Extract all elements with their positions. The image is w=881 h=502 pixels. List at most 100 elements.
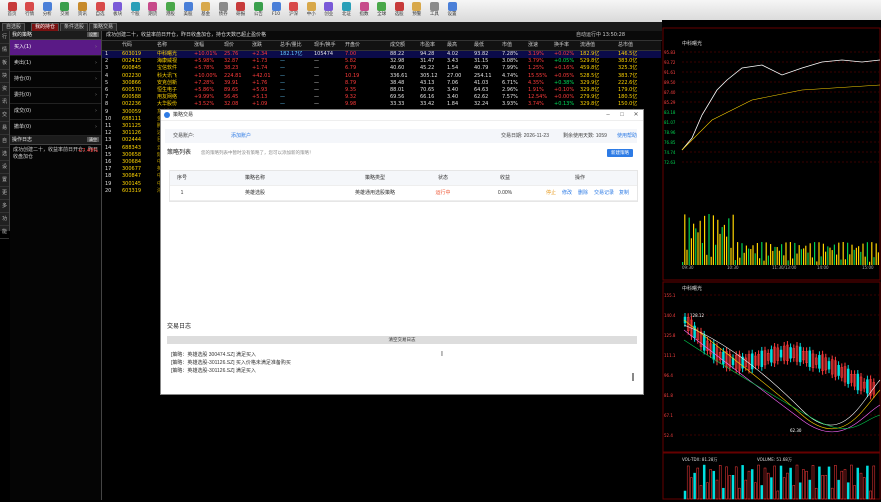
toolbar-button[interactable]: F10 (268, 1, 284, 21)
delete-button[interactable]: 删除 (576, 186, 590, 200)
column-header[interactable]: 现手/换手 (314, 41, 336, 50)
sidebar-item[interactable]: 能 (0, 226, 9, 239)
sidebar-item[interactable]: 交 (0, 109, 9, 122)
toolbar-button[interactable]: 自选 (92, 1, 108, 21)
sidebar-item[interactable]: 讯 (0, 96, 9, 109)
clear-log-button[interactable]: 清空交易日志 (167, 336, 637, 344)
toolbar-button[interactable]: 选股 (391, 1, 407, 21)
column-header[interactable]: 代码 (122, 41, 132, 50)
sidebar-item[interactable]: 情 (0, 44, 9, 57)
column-header[interactable]: 市盈率 (420, 41, 435, 50)
sidebar-item[interactable]: 自 (0, 135, 9, 148)
close-icon[interactable]: ✕ (629, 110, 643, 120)
strategy-list-item[interactable]: 撤单(0) › (10, 120, 101, 136)
toolbar-button[interactable]: 期货 (145, 1, 161, 21)
column-header[interactable]: 涨速 (528, 41, 538, 50)
new-strategy-button[interactable]: 新建策略 (607, 149, 633, 157)
table-cell: +1.09 (252, 101, 268, 108)
edit-button[interactable]: 修改 (560, 186, 574, 200)
toolbar-button[interactable]: 个股 (127, 1, 143, 21)
copy-button[interactable]: 复制 (617, 186, 631, 200)
table-row[interactable]: 6 600570 恒生电子 +5.86% 89.65 +5.93— —9.35 88.01 70… (102, 87, 661, 94)
toolbar-button[interactable]: 首页 (4, 1, 20, 21)
sidebar-item[interactable]: 设 (0, 161, 9, 174)
toolbar-button[interactable]: 指数 (356, 1, 372, 21)
stop-button[interactable]: 停止 (544, 186, 558, 200)
trade-record-button[interactable]: 交易记录 (592, 186, 616, 200)
toolbar-button[interactable]: 债券 (215, 1, 231, 21)
strategy-row[interactable]: 1 英雄选股 英雄通用选股策略 运行中 0.00% 停止 修改 删除 交易记录 … (170, 186, 637, 201)
log-scrollbar[interactable] (632, 373, 634, 381)
toolbar-button[interactable]: 北证 (338, 1, 354, 21)
column-header[interactable]: 换手率 (554, 41, 569, 50)
column-header[interactable]: 最高 (447, 41, 457, 50)
sidebar-item[interactable]: 板 (0, 57, 9, 70)
stock-charts[interactable]: 中科曙光 95.83 93.72 91.61 89.50 87.40 85.29 83.18 8… (662, 20, 881, 500)
info-text: 成功创建二十，收益率前日开仓，昨日收盘加仓，持仓天数已超止盈价格 (106, 32, 267, 38)
column-header[interactable]: 开盘价 (345, 41, 360, 50)
table-cell: 002236 (122, 101, 142, 108)
sidebar-item[interactable]: 行 (0, 31, 9, 44)
help-link[interactable]: 使用帮助 (617, 129, 637, 143)
column-header[interactable]: 市值 (502, 41, 512, 50)
table-row[interactable]: 5 300866 安克创新 +7.28% 39.91 +1.76 — — 8.79 38.48 43… (102, 80, 661, 87)
sidebar-item[interactable]: 多 (0, 200, 9, 213)
toolbar-button[interactable]: 行情 (22, 1, 38, 21)
toolbar-button[interactable]: 港股 (162, 1, 178, 21)
toolbar-button[interactable]: 创业 (321, 1, 337, 21)
strategy-list-item[interactable]: 持仓(0) › (10, 72, 101, 88)
sidebar-item[interactable]: 置 (0, 174, 9, 187)
strategy-list-item[interactable]: 委托(0) › (10, 88, 101, 104)
price-tick: 78.96 (664, 130, 676, 135)
column-header[interactable]: 最低 (474, 41, 484, 50)
toolbar-button[interactable]: 板块 (110, 1, 126, 21)
sidebar-item[interactable]: 块 (0, 70, 9, 83)
column-header[interactable]: 涨跌 (252, 41, 262, 50)
table-row[interactable]: 4 002230 科大讯飞 +10.00% 224.81 +42.01 — — 10.19 336… (102, 73, 661, 80)
sidebar-item[interactable]: 功 (0, 213, 9, 226)
toolbar-button[interactable]: 预警 (409, 1, 425, 21)
table-row[interactable]: 2 002415 海康威视 +5.98% 32.87 +1.73— —5.82 32.98 31… (102, 58, 661, 65)
table-row[interactable]: 1 603019 中科曙光 +10.01% 25.76 +2.34 182.17亿 10547… (102, 51, 661, 59)
table-cell: 13 (105, 137, 112, 144)
toolbar-button[interactable]: 分析 (39, 1, 55, 21)
maximize-icon[interactable]: □ (615, 110, 629, 120)
toolbar-button[interactable]: 设置 (444, 1, 460, 21)
volume-label: VOL-TDX: 81.28万 (682, 457, 717, 462)
toolbar-button[interactable]: 交易 (57, 1, 73, 21)
column-header[interactable]: 总市值 (618, 41, 633, 50)
table-row[interactable]: 7 600588 用友网络 +9.99% 56.45 +5.13— —9.32 69.56 66… (102, 94, 661, 101)
strategy-list-item[interactable]: 买入(1) › (10, 40, 101, 56)
toolbar-button[interactable]: 工具 (426, 1, 442, 21)
strategy-list-item[interactable]: 成交(0) › (10, 104, 101, 120)
column-header[interactable]: 名称 (157, 41, 167, 50)
column-header[interactable]: 现价 (224, 41, 234, 50)
toolbar-button[interactable]: 研报 (233, 1, 249, 21)
column-header[interactable]: 流通值 (580, 41, 595, 50)
toolbar-button[interactable]: 中小 (303, 1, 319, 21)
toolbar-button[interactable]: 基金 (198, 1, 214, 21)
column-header[interactable]: 总手/量比 (280, 41, 302, 50)
volume-bar (745, 245, 747, 265)
add-account-link[interactable]: 添加账户 (231, 129, 251, 143)
toolbar-button[interactable]: 资讯 (74, 1, 90, 21)
sidebar-item[interactable]: 选 (0, 148, 9, 161)
minimize-icon[interactable]: – (601, 110, 615, 120)
table-cell: 33.33 (390, 101, 405, 108)
column-header[interactable]: 涨幅 (194, 41, 204, 50)
oplog-clear-button[interactable]: 清空 (87, 137, 99, 142)
toolbar-button[interactable]: 沪深 (286, 1, 302, 21)
table-cell: 7.99% (502, 65, 518, 72)
table-cell: 5.82 (345, 58, 357, 65)
toolbar-button[interactable]: 全球 (374, 1, 390, 21)
column-header[interactable]: 成交额 (390, 41, 405, 50)
toolbar-button[interactable]: 公告 (250, 1, 266, 21)
table-row[interactable]: 3 600845 宝信软件 +5.78% 38.23 +1.74 — — 6.79 40.60 45… (102, 65, 661, 72)
sidebar-item[interactable]: 易 (0, 122, 9, 135)
sidebar-item[interactable]: 资 (0, 83, 9, 96)
strategy-settings-button[interactable]: 设置 (87, 32, 99, 37)
toolbar-button[interactable]: 美股 (180, 1, 196, 21)
sidebar-item[interactable]: 更 (0, 187, 9, 200)
table-row[interactable]: 8 002236 大华股份 +3.52% 32.08 +1.09 — — 9.98 33.33 33… (102, 101, 661, 108)
strategy-list-item[interactable]: 卖出(1) › (10, 56, 101, 72)
